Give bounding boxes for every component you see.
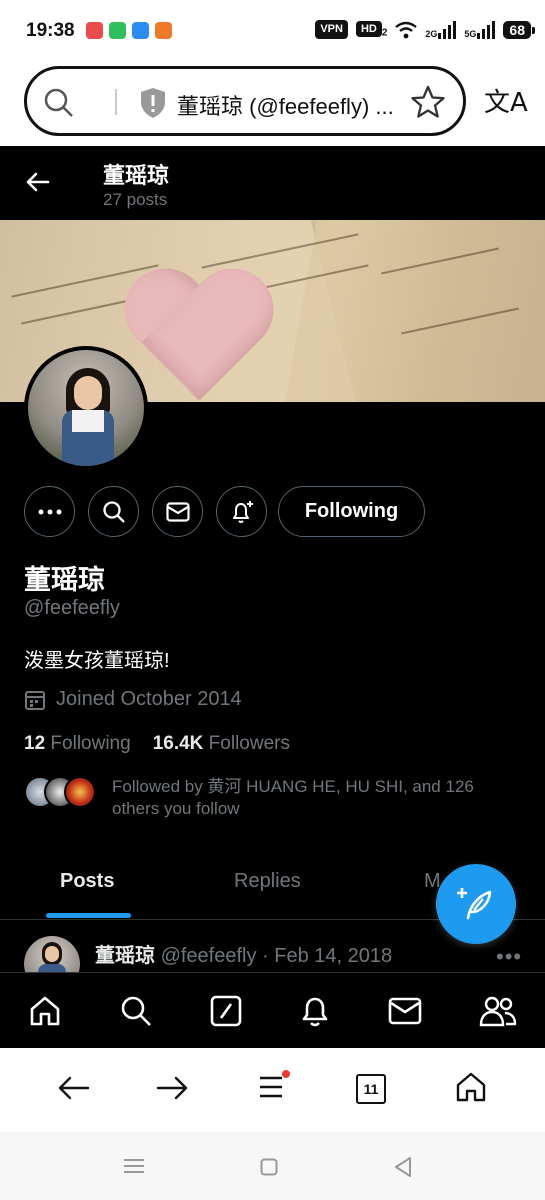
recents-icon[interactable]: [124, 1158, 144, 1174]
status-time: 19:38: [26, 20, 75, 41]
more-options-button[interactable]: [24, 486, 75, 537]
mutual-followers-avatars[interactable]: [24, 776, 96, 810]
active-tab-indicator: [46, 913, 131, 918]
follow-stats: 12 Following 16.4K Followers: [24, 733, 290, 755]
messages-notification-icon: [109, 22, 126, 39]
notify-button[interactable]: [216, 486, 267, 537]
more-dots-icon: [38, 509, 61, 514]
notification-dot: [282, 1070, 290, 1078]
compose-post-button[interactable]: [436, 864, 516, 944]
envelope-icon[interactable]: [388, 997, 422, 1025]
browser-forward-icon[interactable]: [154, 1070, 190, 1106]
header-post-count: 27 posts: [103, 190, 168, 209]
telegram-notification-icon: [132, 22, 149, 39]
browser-toolbar: 董瑶琼 (@feefeefly) ... 文A: [0, 62, 545, 146]
browser-back-icon[interactable]: [56, 1070, 92, 1106]
system-navigation-bar: [0, 1132, 545, 1200]
profile-page: 董瑶琼 27 posts Following 董瑶琼 @feefeefly 泼墨…: [0, 146, 545, 1048]
envelope-icon: [165, 501, 190, 522]
status-indicators: VPN HD 2 2G 5G 68: [315, 20, 535, 39]
notification-icons: [86, 22, 172, 39]
followed-by-text[interactable]: Followed by 黄河 HUANG HE, HU SHI, and 126…: [112, 776, 522, 820]
grok-icon[interactable]: [210, 995, 242, 1027]
address-bar[interactable]: 董瑶琼 (@feefeefly) ...: [24, 66, 466, 136]
tab-replies[interactable]: Replies: [234, 870, 301, 893]
tweet-author-name[interactable]: 董瑶琼: [95, 945, 155, 967]
app-notification-icon: [86, 22, 103, 39]
tab-count-badge: 11: [356, 1074, 386, 1104]
browser-home-icon[interactable]: [454, 1070, 488, 1104]
menu-icon: [260, 1076, 282, 1098]
home-circle-icon[interactable]: [260, 1158, 278, 1176]
tab-posts[interactable]: Posts: [60, 870, 114, 893]
display-name: 董瑶琼: [24, 565, 105, 595]
joined-text: Joined October 2014: [56, 688, 242, 710]
profile-handle: @feefeefly: [24, 597, 120, 619]
communities-icon[interactable]: [479, 995, 517, 1027]
page-title-url[interactable]: 董瑶琼 (@feefeefly) ...: [177, 89, 409, 121]
profile-actions: [24, 486, 267, 537]
signal-5g-icon: 5G: [464, 20, 496, 39]
calendar-icon: [25, 690, 45, 710]
battery-indicator: 68: [503, 20, 535, 39]
tab-switcher-button[interactable]: 11: [356, 1074, 386, 1104]
feather-plus-icon: [457, 888, 492, 920]
following-stat[interactable]: 12 Following: [24, 733, 131, 755]
bell-icon[interactable]: [299, 994, 331, 1028]
tweet-more-icon[interactable]: •••: [496, 944, 522, 970]
home-icon[interactable]: [28, 994, 62, 1028]
browser-bottom-bar: 11: [0, 1048, 545, 1132]
browser-menu-button[interactable]: [258, 1070, 290, 1105]
star-bookmark-icon[interactable]: [411, 85, 445, 119]
hd-badge: HD 2: [355, 20, 387, 38]
avatar: [64, 776, 96, 808]
back-triangle-icon[interactable]: [394, 1156, 412, 1178]
wifi-icon: [395, 21, 418, 38]
tweet-handle-date: @feefeefly · Feb 14, 2018: [160, 945, 393, 967]
joined-date: Joined October 2014: [24, 688, 242, 711]
message-button[interactable]: [152, 486, 203, 537]
address-divider: [115, 89, 117, 115]
shield-icon[interactable]: [139, 87, 167, 119]
back-arrow-icon[interactable]: [24, 168, 52, 196]
profile-bio: 泼墨女孩董瑶琼!: [24, 650, 170, 672]
search-profile-button[interactable]: [88, 486, 139, 537]
books-notification-icon: [155, 22, 172, 39]
profile-avatar[interactable]: [24, 346, 148, 470]
vpn-badge: VPN: [315, 20, 348, 39]
search-icon[interactable]: [119, 994, 153, 1028]
signal-2g-icon: 2G: [425, 20, 457, 39]
bell-plus-icon: [232, 500, 253, 523]
search-icon[interactable]: [43, 87, 75, 119]
search-icon: [102, 500, 125, 523]
tweet-header: 董瑶琼 @feefeefly · Feb 14, 2018: [95, 939, 392, 968]
status-bar: 19:38 VPN HD 2 2G 5G 68: [0, 0, 545, 62]
bottom-navigation: [0, 972, 545, 1048]
following-button[interactable]: Following: [278, 486, 425, 537]
followers-stat[interactable]: 16.4K Followers: [153, 733, 290, 755]
translate-icon[interactable]: 文A: [484, 82, 528, 119]
header-profile-name: 董瑶琼: [103, 163, 170, 188]
